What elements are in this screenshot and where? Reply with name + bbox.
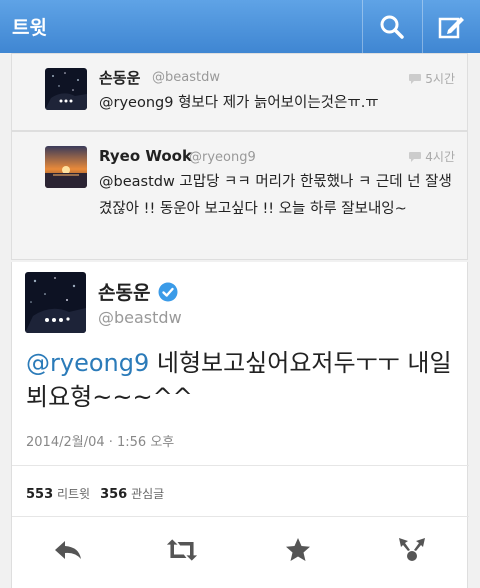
search-icon	[380, 15, 404, 39]
retweet-stat[interactable]: 553 리트윗	[26, 485, 90, 502]
author-handle: @beastdw	[152, 70, 220, 85]
retweet-count: 553	[26, 487, 54, 502]
time-label: 5시간	[425, 72, 455, 86]
retweet-label: 리트윗	[56, 487, 91, 501]
retweet-button[interactable]	[166, 536, 198, 564]
author-name-label: 손동운	[98, 282, 151, 304]
favorite-count: 356	[100, 487, 128, 502]
time-label: 4시간	[425, 150, 455, 164]
speech-bubble-icon	[409, 73, 422, 84]
compose-button[interactable]	[422, 0, 480, 53]
favorite-stat[interactable]: 356 관심글	[100, 485, 164, 502]
reply-tweet[interactable]: Ryeo Wook @ryeong9 4시간 @beastdw 고맙당 ㅋㅋ 머…	[11, 131, 468, 260]
author-name[interactable]: Ryeo Wook	[99, 147, 192, 165]
action-bar	[12, 530, 469, 570]
tweet-text: @ryeong9 네형보고싶어요저두ㅜㅜ 내일뵈요형~~~^^	[26, 346, 456, 414]
tweet-date: 2014/2월/04 · 1:56 오후	[26, 435, 175, 450]
search-button[interactable]	[362, 0, 420, 53]
timestamp: 5시간	[408, 70, 455, 87]
mention-link[interactable]: @ryeong9	[26, 349, 149, 377]
avatar[interactable]	[45, 68, 87, 110]
author-handle: @beastdw	[98, 308, 182, 327]
reply-button[interactable]	[52, 536, 84, 564]
share-icon	[399, 538, 425, 561]
reply-text: @beastdw 고맙당 ㅋㅋ 머리가 한몫했나 ㅋ 근데 넌 잘생겼잖아 !!…	[99, 174, 452, 217]
favorite-button[interactable]	[282, 536, 314, 564]
tweet-stats: 553 리트윗 356 관심글	[26, 485, 164, 502]
main-tweet: 손동운 @beastdw @ryeong9 네형보고싶어요저두ㅜㅜ 내일뵈요형~…	[11, 262, 469, 588]
verified-icon	[158, 282, 178, 301]
author-name[interactable]: 손동운	[98, 278, 178, 305]
author-name[interactable]: 손동운	[99, 67, 140, 88]
divider	[12, 516, 469, 517]
author-handle: @ryeong9	[189, 150, 256, 165]
star-icon	[286, 538, 310, 561]
compose-icon	[438, 16, 464, 38]
reply-tweet[interactable]: 손동운 @beastdw 5시간 @ryeong9 형보다 제가 늙어보이는것은…	[11, 53, 468, 131]
avatar[interactable]	[45, 146, 87, 188]
divider	[12, 465, 469, 466]
reply-icon	[55, 541, 81, 559]
timestamp: 4시간	[408, 148, 455, 165]
retweet-icon	[166, 539, 198, 561]
share-button[interactable]	[396, 536, 428, 564]
reply-text: @ryeong9 형보다 제가 늙어보이는것은ㅠ.ㅠ	[99, 95, 379, 111]
favorite-label: 관심글	[131, 487, 165, 501]
page-title: 트윗	[12, 17, 47, 39]
top-bar: 트윗	[0, 0, 480, 53]
speech-bubble-icon	[409, 151, 422, 162]
avatar[interactable]	[25, 272, 86, 333]
